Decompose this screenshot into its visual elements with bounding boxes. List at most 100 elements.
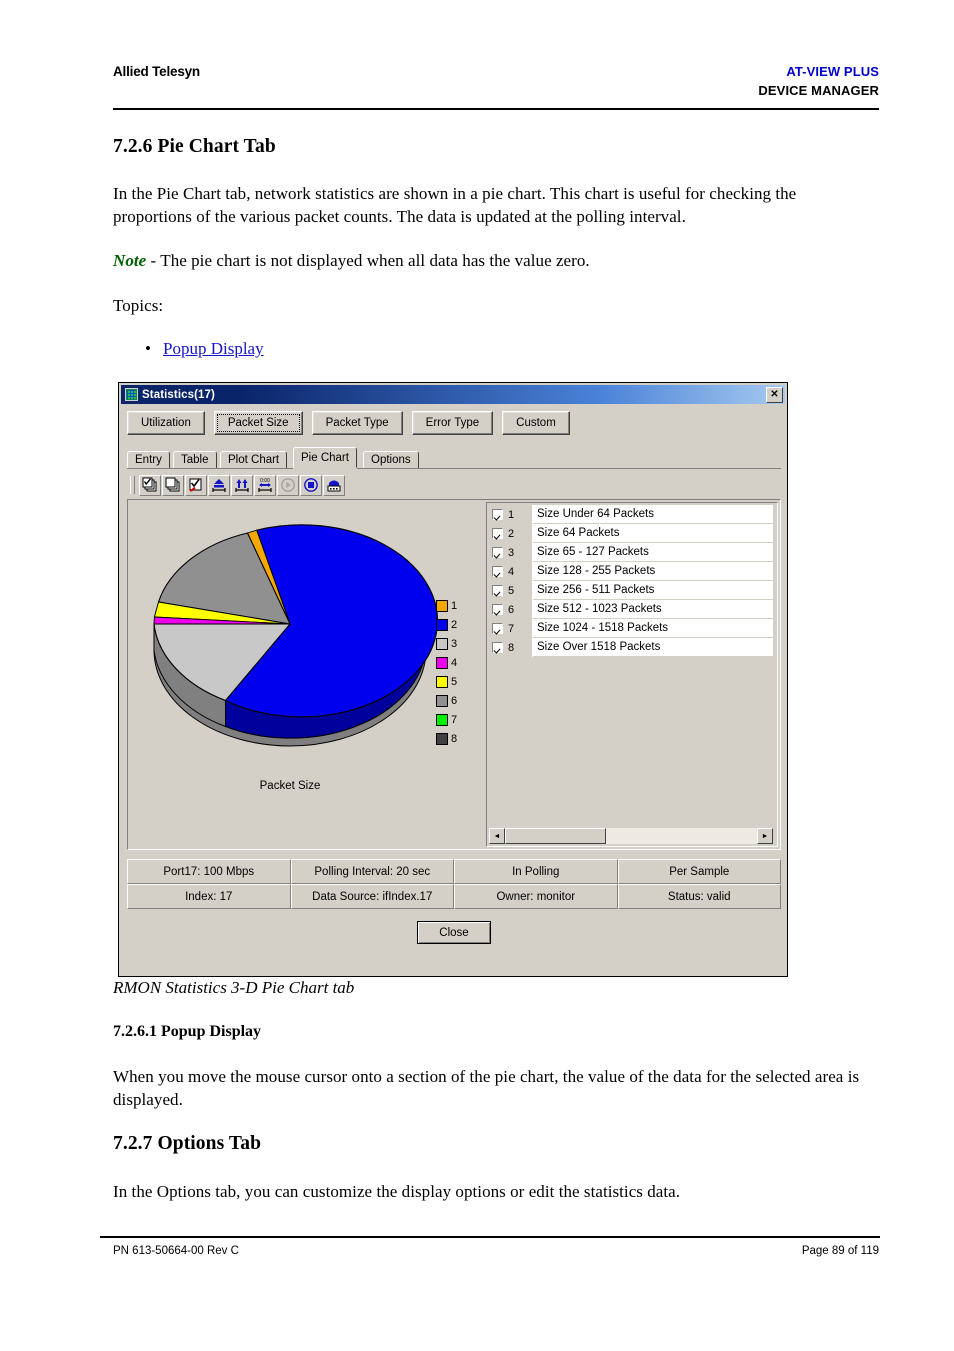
table-row[interactable]: 7 Size 1024 - 1518 Packets xyxy=(489,619,773,638)
save-print-icon[interactable] xyxy=(323,474,345,496)
scale-vertical-icon[interactable] xyxy=(231,474,253,496)
tab-options[interactable]: Options xyxy=(363,451,419,468)
time-axis-icon[interactable]: 0:00 xyxy=(254,474,276,496)
series-index-3: 3 xyxy=(508,546,515,559)
topics-label: Topics: xyxy=(113,296,164,315)
series-checkbox-7[interactable] xyxy=(492,623,503,634)
legend-item[interactable]: 3 xyxy=(436,634,476,653)
series-index-1: 1 xyxy=(508,508,515,521)
button-packet-size[interactable]: Packet Size xyxy=(213,411,303,435)
row-check-cell: 3 xyxy=(489,543,533,562)
horizontal-scrollbar[interactable]: ◄ ► xyxy=(489,828,773,844)
series-checkbox-8[interactable] xyxy=(492,642,503,653)
legend-item[interactable]: 8 xyxy=(436,729,476,748)
series-index-7: 7 xyxy=(508,622,515,635)
button-error-type[interactable]: Error Type xyxy=(411,411,494,435)
bullet-icon: • xyxy=(145,339,151,358)
page-header: Allied Telesyn AT-VIEW PLUS DEVICE MANAG… xyxy=(113,64,879,108)
table-row[interactable]: 2 Size 64 Packets xyxy=(489,524,773,543)
status-owner: Owner: monitor xyxy=(454,884,618,909)
scroll-left-icon[interactable]: ◄ xyxy=(489,828,505,844)
legend-item[interactable]: 4 xyxy=(436,653,476,672)
dialog-titlebar[interactable]: Statistics(17) ✕ xyxy=(121,385,785,404)
row-check-cell: 2 xyxy=(489,524,533,543)
status-bar: Port17: 100 Mbps Polling Interval: 20 se… xyxy=(127,859,781,909)
close-button[interactable]: Close xyxy=(417,921,491,944)
link-popup-display[interactable]: Popup Display xyxy=(163,338,264,360)
series-checkbox-1[interactable] xyxy=(492,509,503,520)
pie-chart[interactable] xyxy=(130,502,450,782)
legend-swatch-8 xyxy=(436,732,448,745)
intro-paragraph: In the Pie Chart tab, network statistics… xyxy=(113,184,797,226)
series-checkbox-3[interactable] xyxy=(492,547,503,558)
series-label-7: Size 1024 - 1518 Packets xyxy=(533,619,773,638)
legend-label-2: 2 xyxy=(451,618,458,631)
legend-label-7: 7 xyxy=(451,713,458,726)
legend-swatch-5 xyxy=(436,675,448,688)
legend-item[interactable]: 5 xyxy=(436,672,476,691)
legend-swatch-3 xyxy=(436,637,448,650)
series-index-8: 8 xyxy=(508,641,515,654)
scrollbar-track[interactable] xyxy=(505,828,757,844)
legend-item[interactable]: 2 xyxy=(436,615,476,634)
status-port: Port17: 100 Mbps xyxy=(127,859,291,884)
legend-swatch-4 xyxy=(436,656,448,669)
series-checkbox-6[interactable] xyxy=(492,604,503,615)
tab-entry[interactable]: Entry xyxy=(127,451,170,468)
legend-swatch-2 xyxy=(436,618,448,631)
table-row[interactable]: 1 Size Under 64 Packets xyxy=(489,505,773,524)
series-label-1: Size Under 64 Packets xyxy=(533,505,773,524)
series-label-5: Size 256 - 511 Packets xyxy=(533,581,773,600)
svg-text:0:00: 0:00 xyxy=(260,478,270,484)
close-icon[interactable]: ✕ xyxy=(766,386,783,403)
play-icon[interactable] xyxy=(277,474,299,496)
tab-strip: Entry Table Plot Chart Pie Chart Options xyxy=(127,447,781,469)
figure-caption: RMON Statistics 3-D Pie Chart tab xyxy=(113,978,355,997)
tab-plot-chart[interactable]: Plot Chart xyxy=(220,451,288,468)
table-row[interactable]: 8 Size Over 1518 Packets xyxy=(489,638,773,657)
series-checkbox-5[interactable] xyxy=(492,585,503,596)
legend-item[interactable]: 6 xyxy=(436,691,476,710)
button-custom[interactable]: Custom xyxy=(502,411,570,435)
scrollbar-thumb[interactable] xyxy=(505,828,606,844)
tab-table[interactable]: Table xyxy=(173,451,217,468)
table-row[interactable]: 4 Size 128 - 255 Packets xyxy=(489,562,773,581)
select-all-layers-icon[interactable] xyxy=(139,474,161,496)
series-index-5: 5 xyxy=(508,584,515,597)
options-section-title: 7.2.7 Options Tab xyxy=(113,1133,262,1154)
footer-page-number: Page 89 of 119 xyxy=(801,1245,879,1257)
legend-swatch-1 xyxy=(436,599,448,612)
table-row[interactable]: 3 Size 65 - 127 Packets xyxy=(489,543,773,562)
row-check-cell: 5 xyxy=(489,581,533,600)
toolbar-grip[interactable] xyxy=(130,476,135,494)
product-subtitle: DEVICE MANAGER xyxy=(758,83,879,98)
scroll-right-icon[interactable]: ► xyxy=(757,828,773,844)
stop-icon[interactable] xyxy=(300,474,322,496)
tab-pie-chart[interactable]: Pie Chart xyxy=(293,447,357,468)
grid-icon xyxy=(125,388,138,401)
series-checkbox-4[interactable] xyxy=(492,566,503,577)
button-utilization[interactable]: Utilization xyxy=(127,411,205,435)
series-list-pane: 1 Size Under 64 Packets 2 Size 64 Packet… xyxy=(486,502,778,847)
row-check-cell: 6 xyxy=(489,600,533,619)
status-polling-interval: Polling Interval: 20 sec xyxy=(290,859,454,884)
series-checkbox-2[interactable] xyxy=(492,528,503,539)
pie-chart-label: Packet Size xyxy=(259,780,321,792)
note-text: - The pie chart is not displayed when al… xyxy=(146,251,590,270)
fit-width-icon[interactable] xyxy=(208,474,230,496)
clear-layers-icon[interactable] xyxy=(162,474,184,496)
legend-item[interactable]: 7 xyxy=(436,710,476,729)
statistics-dialog: Statistics(17) ✕ Utilization Packet Size… xyxy=(118,382,788,977)
apply-check-icon[interactable] xyxy=(185,474,207,496)
button-packet-type[interactable]: Packet Type xyxy=(311,411,403,435)
footer-part-number: PN 613-50664-00 Rev C xyxy=(113,1245,239,1257)
options-paragraph: In the Options tab, you can customize th… xyxy=(113,1182,681,1201)
status-sample-mode: Per Sample xyxy=(617,859,781,884)
table-row[interactable]: 6 Size 512 - 1023 Packets xyxy=(489,600,773,619)
company-name: Allied Telesyn xyxy=(113,64,200,79)
row-check-cell: 7 xyxy=(489,619,533,638)
legend-item[interactable]: 1 xyxy=(436,596,476,615)
table-row[interactable]: 5 Size 256 - 511 Packets xyxy=(489,581,773,600)
row-check-cell: 8 xyxy=(489,638,533,657)
legend-label-3: 3 xyxy=(451,637,458,650)
